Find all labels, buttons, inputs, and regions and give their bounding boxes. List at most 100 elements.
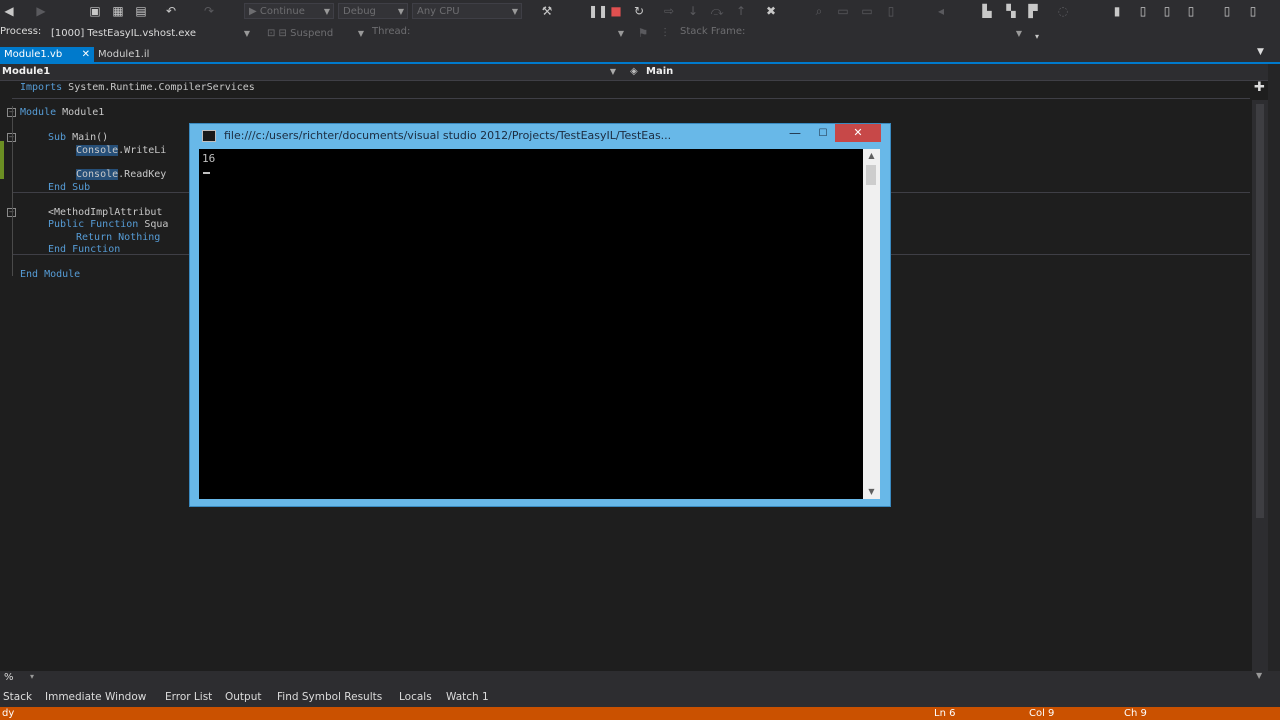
solution-config-dropdown[interactable]: Debug ▼ — [338, 3, 408, 19]
member-dropdown[interactable]: ◈ Main — [628, 65, 1268, 79]
platform-dropdown[interactable]: Any CPU ▼ — [412, 3, 522, 19]
code-line: Sub Main() — [48, 132, 109, 143]
outline-guide — [12, 106, 13, 276]
attach-icon[interactable]: ⚒ — [540, 4, 554, 18]
show-next-statement-icon[interactable]: ⇨ — [662, 4, 676, 18]
chevron-down-icon: ▼ — [609, 67, 616, 76]
window-icon[interactable]: ▯ — [1136, 4, 1150, 18]
new-project-icon[interactable]: ▣ — [88, 4, 102, 18]
thread-filter-icon[interactable]: ⫶ — [658, 26, 672, 40]
type-dropdown[interactable]: Module1 ▼ — [0, 65, 618, 79]
prev-bookmark-icon[interactable]: ◂ — [934, 4, 948, 18]
tab-error-list[interactable]: Error List — [165, 689, 212, 705]
stack-frame-label: Stack Frame: — [680, 26, 746, 37]
suspend-icon: ⊡ ⊟ — [267, 28, 291, 39]
console-output-area[interactable]: 16 — [199, 149, 863, 499]
method-separator — [12, 98, 1250, 99]
tab-module1-il[interactable]: Module1.il — [94, 47, 164, 63]
close-icon[interactable]: ✕ — [835, 124, 881, 142]
chevron-down-icon: ▼ — [511, 7, 518, 16]
step-over-icon[interactable]: ⤼ — [710, 4, 724, 18]
restart-icon[interactable]: ↻ — [632, 4, 646, 18]
tab-output[interactable]: Output — [225, 689, 261, 705]
suspend-button[interactable]: ⊡ ⊟ Suspend ▼ — [262, 25, 368, 41]
split-editor-icon[interactable]: ✚ — [1254, 80, 1265, 95]
pause-icon[interactable]: ❚❚ — [588, 4, 608, 18]
chevron-down-icon: ▼ — [323, 7, 330, 16]
stop-icon[interactable]: ■ — [609, 4, 623, 18]
tab-immediate-window[interactable]: Immediate Window — [45, 689, 146, 705]
tab-watch-1[interactable]: Watch 1 — [446, 689, 489, 705]
comment-icon[interactable]: ▭ — [836, 4, 850, 18]
tab-list-icon[interactable]: ▼ — [1257, 47, 1264, 57]
editor-vertical-scrollbar[interactable] — [1252, 100, 1268, 671]
scroll-down-icon[interactable]: ▼ — [1256, 671, 1262, 680]
properties-icon[interactable]: ▛ — [1026, 4, 1040, 18]
flag-icon[interactable]: ⚑ — [636, 26, 650, 40]
code-line: Console.ReadKey — [76, 169, 167, 180]
code-line: Console.WriteLi — [76, 145, 167, 156]
window-icon[interactable]: ▯ — [1246, 4, 1260, 18]
line-number: Ln 6 — [934, 708, 956, 719]
standard-toolbar: ◀ ▶ ▣ ▦ ▤ ↶ ↷ ▶ Continue ▼ Debug ▼ Any C… — [0, 0, 1280, 22]
thread-dropdown[interactable]: ▼ — [410, 25, 628, 41]
chevron-down-icon[interactable]: ▾ — [30, 672, 34, 681]
process-label: Process: — [0, 26, 42, 37]
continue-button[interactable]: ▶ Continue ▼ — [244, 3, 334, 19]
scroll-down-icon[interactable]: ▼ — [863, 485, 880, 499]
status-bar: dy Ln 6 Col 9 Ch 9 — [0, 707, 1280, 720]
thread-label: Thread: — [372, 26, 411, 37]
method-icon: ◈ — [630, 66, 638, 77]
find-icon[interactable]: ⌕ — [812, 4, 826, 18]
console-app-icon[interactable] — [202, 130, 216, 142]
toolbox-icon[interactable]: ▙ — [980, 4, 994, 18]
save-all-icon[interactable]: ▤ — [134, 4, 148, 18]
console-title: file:///c:/users/richter/documents/visua… — [224, 129, 672, 142]
toolbar-overflow-icon[interactable]: ▾ — [1030, 30, 1044, 44]
scrollbar-thumb[interactable] — [866, 165, 876, 185]
tab-locals[interactable]: Locals — [399, 689, 432, 705]
code-line: End Module — [20, 269, 81, 280]
debug-location-toolbar: Process: [1000] TestEasyIL.vshost.exe ▼ … — [0, 22, 1280, 44]
tab-call-stack[interactable]: Stack — [3, 689, 32, 705]
breakpoint-icon[interactable]: ◌ — [1056, 4, 1070, 18]
window-icon[interactable]: ▯ — [1160, 4, 1174, 18]
back-icon[interactable]: ◀ — [2, 4, 16, 18]
bookmark-icon[interactable]: ▯ — [884, 4, 898, 18]
scroll-up-icon[interactable]: ▲ — [863, 149, 880, 163]
tab-find-symbol-results[interactable]: Find Symbol Results — [277, 689, 382, 705]
chevron-down-icon: ▼ — [397, 7, 404, 16]
zoom-level[interactable]: % — [4, 672, 14, 683]
editor-horizontal-scrollbar[interactable]: % ▾ ▼ — [0, 671, 1280, 687]
text-cursor — [203, 172, 210, 174]
intellitrace-icon[interactable]: ✖ — [764, 4, 778, 18]
step-out-icon[interactable]: ↑ — [734, 4, 748, 18]
window-icon[interactable]: ▯ — [1220, 4, 1234, 18]
scrollbar-thumb[interactable] — [1256, 104, 1264, 518]
continue-icon: ▶ — [249, 6, 260, 17]
chevron-down-icon: ▼ — [243, 29, 250, 38]
maximize-icon[interactable]: ☐ — [810, 126, 836, 142]
stack-frame-dropdown[interactable]: ▼ — [746, 25, 1026, 41]
column-number: Col 9 — [1029, 708, 1055, 719]
solution-explorer-icon[interactable]: ▚ — [1004, 4, 1018, 18]
step-into-icon[interactable]: ↓ — [686, 4, 700, 18]
document-tabs: Module1.vb ✕ Module1.il ▼ — [0, 44, 1280, 64]
console-window[interactable]: file:///c:/users/richter/documents/visua… — [189, 123, 891, 507]
chevron-down-icon: ▼ — [357, 29, 364, 38]
minimize-icon[interactable]: — — [782, 126, 808, 142]
window-icon[interactable]: ▯ — [1184, 4, 1198, 18]
close-icon[interactable]: ✕ — [82, 47, 90, 63]
change-marker — [0, 141, 4, 179]
redo-icon[interactable]: ↷ — [202, 4, 216, 18]
pin-icon[interactable]: ▮ — [1110, 4, 1124, 18]
console-scrollbar[interactable]: ▲ ▼ — [863, 149, 880, 499]
code-line: Imports System.Runtime.CompilerServices — [20, 82, 255, 93]
process-dropdown[interactable]: [1000] TestEasyIL.vshost.exe ▼ — [46, 25, 254, 41]
save-icon[interactable]: ▦ — [111, 4, 125, 18]
forward-icon[interactable]: ▶ — [34, 4, 48, 18]
undo-icon[interactable]: ↶ — [164, 4, 178, 18]
code-line: Module Module1 — [20, 107, 105, 118]
tab-module1-vb[interactable]: Module1.vb ✕ — [0, 47, 94, 63]
uncomment-icon[interactable]: ▭ — [860, 4, 874, 18]
